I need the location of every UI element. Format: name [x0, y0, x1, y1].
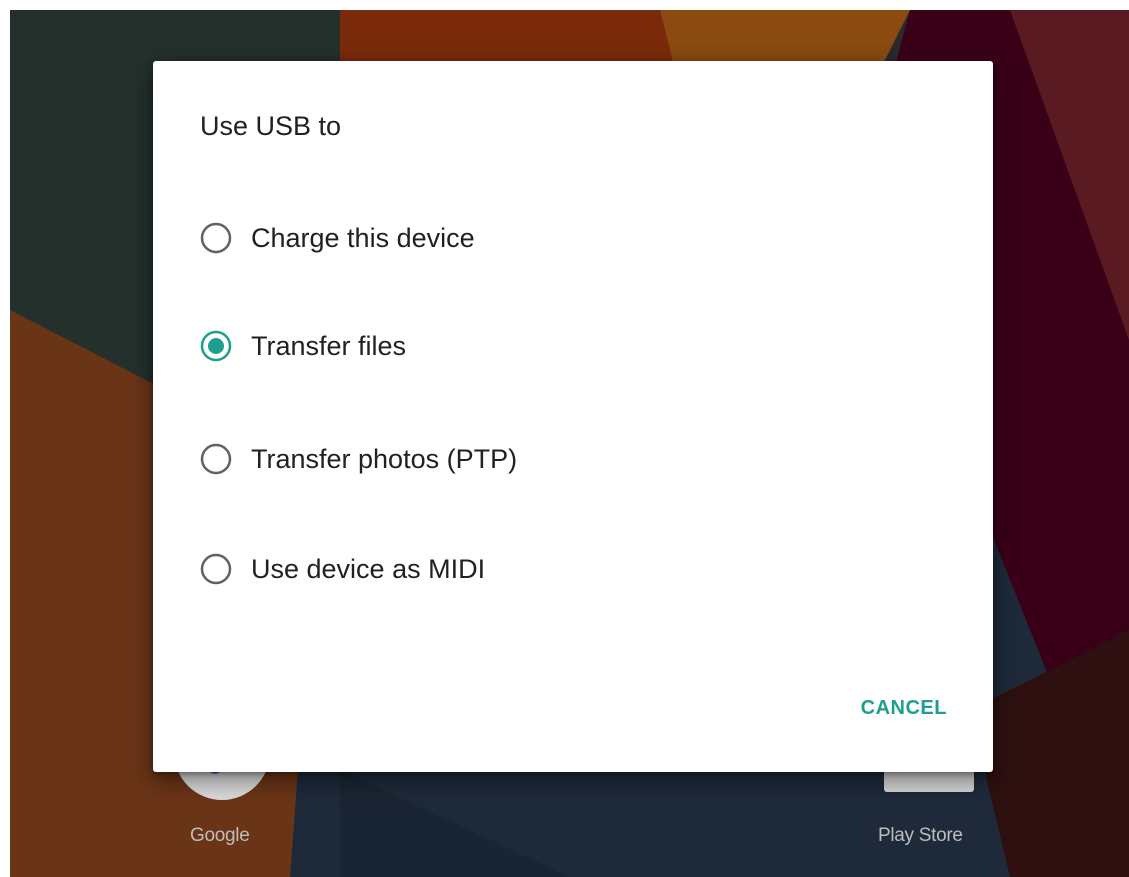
dialog-title: Use USB to: [200, 111, 342, 141]
radio-unchecked-icon[interactable]: [199, 442, 233, 476]
home-app-label: Google: [190, 825, 250, 846]
usb-mode-dialog: Use USB to Charge this device Transfer f…: [153, 61, 993, 772]
radio-checked-icon[interactable]: [199, 329, 233, 363]
option-charge-this-device[interactable]: Charge this device: [199, 208, 899, 268]
radio-unchecked-icon[interactable]: [199, 552, 233, 586]
option-label: Charge this device: [251, 222, 475, 253]
option-use-device-as-midi[interactable]: Use device as MIDI: [199, 539, 899, 599]
cancel-button[interactable]: CANCEL: [845, 689, 963, 727]
option-label: Transfer files: [251, 330, 407, 361]
option-label: Transfer photos (PTP): [251, 443, 518, 474]
home-app-label: Play Store: [878, 825, 963, 846]
option-transfer-files[interactable]: Transfer files: [199, 316, 899, 376]
option-transfer-photos-ptp[interactable]: Transfer photos (PTP): [199, 429, 899, 489]
radio-unchecked-icon[interactable]: [199, 221, 233, 255]
home-screen: Google Play Store Use USB to Charge this…: [10, 10, 1129, 877]
dialog-actions: CANCEL: [845, 697, 963, 720]
option-label: Use device as MIDI: [251, 553, 486, 584]
